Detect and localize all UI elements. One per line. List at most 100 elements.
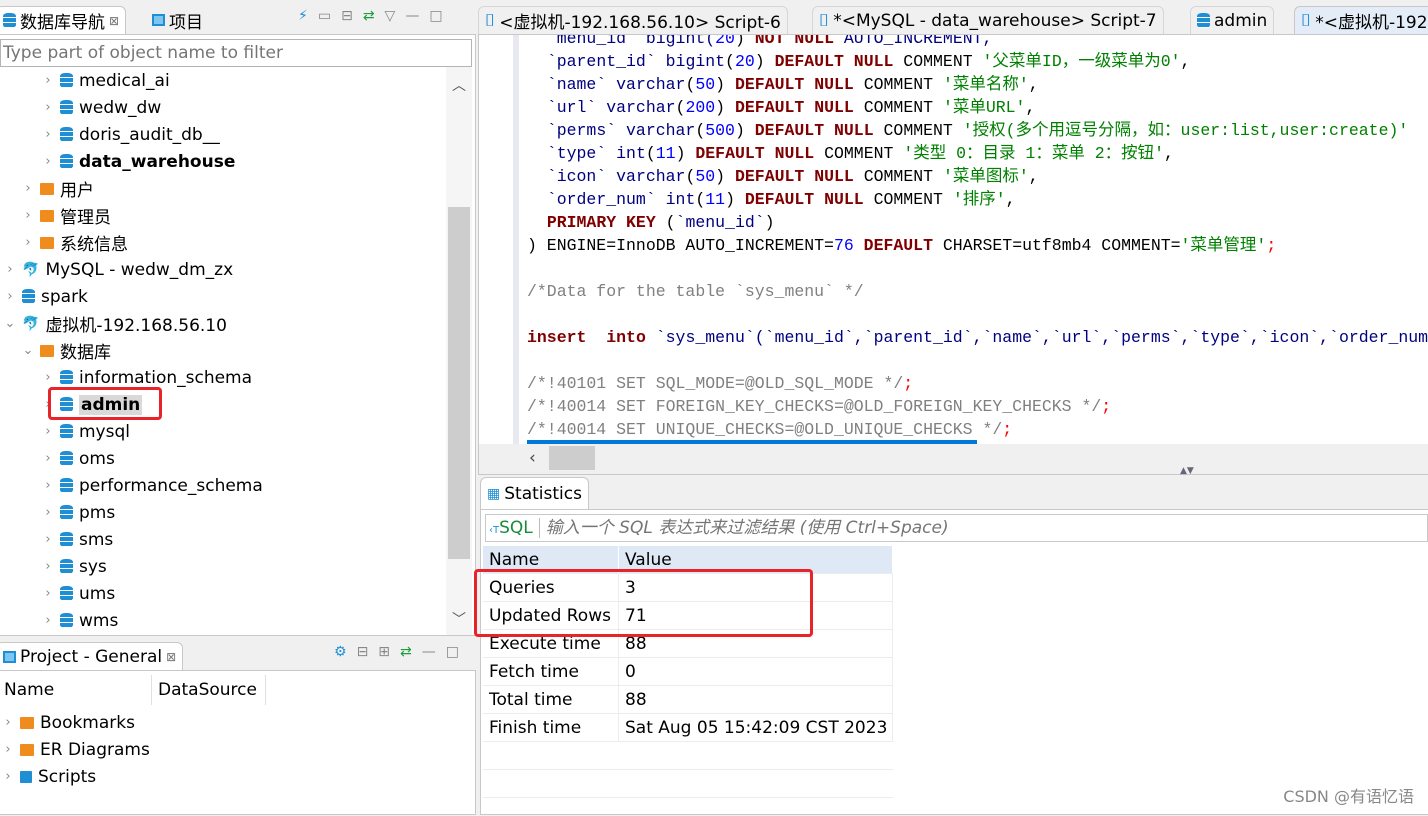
minimize-icon[interactable]: — bbox=[405, 8, 419, 24]
code-token: DEFAULT NULL bbox=[754, 121, 874, 140]
collapse-icon[interactable]: ⊟ bbox=[357, 644, 369, 660]
code-token: ) bbox=[725, 190, 745, 209]
chevron-right-icon[interactable]: › bbox=[2, 715, 14, 730]
project-item[interactable]: › Bookmarks bbox=[2, 709, 135, 736]
chevron-right-icon[interactable]: › bbox=[22, 181, 34, 196]
tree-item[interactable]: › wedw_dw bbox=[42, 94, 161, 121]
tab-database-navigator[interactable]: 数据库导航 ⊠ bbox=[0, 6, 127, 34]
tree-item[interactable]: › doris_audit_db__ bbox=[42, 121, 219, 148]
chevron-right-icon[interactable]: › bbox=[4, 262, 16, 277]
link-editor-icon[interactable]: ⇄ bbox=[363, 8, 375, 24]
chevron-right-icon[interactable]: › bbox=[42, 73, 54, 88]
chevron-down-icon[interactable]: ⌄ bbox=[22, 343, 34, 358]
maximize-icon[interactable]: □ bbox=[446, 644, 459, 660]
chevron-right-icon[interactable]: › bbox=[42, 532, 54, 547]
chevron-right-icon[interactable]: › bbox=[42, 478, 54, 493]
view-menu-icon[interactable]: ▽ bbox=[385, 8, 396, 24]
chevron-right-icon[interactable]: › bbox=[42, 586, 54, 601]
tree-item[interactable]: › oms bbox=[42, 445, 114, 472]
info-folder-icon bbox=[40, 236, 54, 249]
code-token: into bbox=[606, 328, 646, 347]
sql-editor[interactable]: `menu_id` bigint(20) NOT NULL AUTO_INCRE… bbox=[478, 34, 1428, 475]
editor-tab[interactable]: ⌷ *<MySQL - data_warehouse> Script-7 bbox=[812, 6, 1164, 34]
tree-item[interactable]: › 🐬 MySQL - wedw_dm_zx bbox=[4, 256, 233, 283]
filter-expression-input[interactable] bbox=[545, 518, 1427, 538]
column-header-datasource[interactable]: DataSource bbox=[158, 675, 266, 705]
code-token: varchar bbox=[606, 75, 686, 94]
chevron-right-icon[interactable]: › bbox=[42, 451, 54, 466]
chevron-right-icon[interactable]: › bbox=[42, 559, 54, 574]
editor-tab[interactable]: admin bbox=[1190, 6, 1275, 34]
tree-item-label: sys bbox=[79, 556, 107, 577]
tab-label: *<MySQL - data_warehouse> Script-7 bbox=[833, 10, 1157, 31]
tree-item[interactable]: ⌄ 数据库 bbox=[22, 337, 111, 364]
tree-item[interactable]: › ums bbox=[42, 580, 115, 607]
chevron-right-icon[interactable]: › bbox=[42, 613, 54, 628]
code-area[interactable]: `menu_id` bigint(20) NOT NULL AUTO_INCRE… bbox=[527, 35, 1428, 444]
maximize-icon[interactable]: □ bbox=[429, 8, 442, 24]
grid-icon: ▦ bbox=[487, 485, 501, 502]
chevron-right-icon[interactable]: › bbox=[42, 370, 54, 385]
tree-item-label: information_schema bbox=[79, 367, 253, 388]
chevron-down-icon[interactable]: ⌄ bbox=[4, 316, 16, 331]
code-token: `icon` bbox=[546, 167, 607, 186]
chevron-right-icon[interactable]: › bbox=[22, 208, 34, 223]
tree-item[interactable]: › 用户 bbox=[22, 175, 94, 202]
project-item-label: ER Diagrams bbox=[40, 739, 150, 760]
chevron-right-icon[interactable]: › bbox=[42, 100, 54, 115]
chevron-right-icon[interactable]: › bbox=[4, 289, 16, 304]
tree-item[interactable]: ⌄ 🐬 虚拟机-192.168.56.10 bbox=[4, 310, 227, 337]
tab-statistics[interactable]: ▦ Statistics bbox=[480, 477, 589, 509]
bookmarks-icon bbox=[20, 716, 34, 729]
tab-project[interactable]: 项目 bbox=[146, 6, 209, 34]
tree-item[interactable]: › sms bbox=[42, 526, 113, 553]
chevron-right-icon[interactable]: › bbox=[22, 235, 34, 250]
minimize-icon[interactable]: — bbox=[422, 644, 436, 660]
project-item[interactable]: › Scripts bbox=[2, 763, 96, 790]
project-icon bbox=[152, 14, 165, 26]
tree-item[interactable]: › 系统信息 bbox=[22, 229, 128, 256]
tree-item[interactable]: › spark bbox=[4, 283, 88, 310]
tree-item[interactable]: › wms bbox=[42, 607, 118, 634]
scroll-down-icon[interactable]: ﹀ bbox=[446, 609, 472, 629]
tree-item[interactable]: › medical_ai bbox=[42, 67, 169, 94]
tree-item[interactable]: › mysql bbox=[42, 418, 130, 445]
project-icon bbox=[3, 650, 16, 663]
editor-tab[interactable]: ⌷ <虚拟机-192.168.56.10> Script-6 bbox=[478, 6, 788, 34]
chevron-right-icon[interactable]: › bbox=[42, 505, 54, 520]
editor-tab[interactable]: ⌷ *<虚拟机-192 bbox=[1294, 6, 1428, 34]
database-icon bbox=[3, 13, 16, 28]
code-token: AUTO_INCREMENT, bbox=[834, 35, 993, 48]
chevron-right-icon[interactable]: › bbox=[2, 742, 14, 757]
column-header-name[interactable]: Name bbox=[4, 675, 152, 705]
link-editor-icon[interactable]: ⇄ bbox=[400, 644, 412, 660]
chevron-right-icon[interactable]: › bbox=[42, 127, 54, 142]
tree-scrollbar[interactable]: ︿ ﹀ bbox=[446, 67, 472, 635]
tree-item[interactable]: › sys bbox=[42, 553, 107, 580]
chevron-right-icon[interactable]: › bbox=[42, 154, 54, 169]
chevron-right-icon[interactable]: › bbox=[42, 424, 54, 439]
tree-item[interactable]: › performance_schema bbox=[42, 472, 262, 499]
scrollbar-thumb[interactable] bbox=[448, 207, 470, 559]
tab-project-general[interactable]: Project - General ⊠ bbox=[0, 642, 184, 670]
tree-item[interactable]: › 管理员 bbox=[22, 202, 111, 229]
tree-item[interactable]: › data_warehouse bbox=[42, 148, 235, 175]
close-icon[interactable]: ⊠ bbox=[109, 14, 119, 28]
gear-icon[interactable]: ⚙ bbox=[334, 644, 347, 660]
new-connection-icon[interactable]: ⚡ bbox=[298, 8, 308, 24]
scrollbar-thumb[interactable] bbox=[549, 446, 595, 470]
collapse-all-icon[interactable]: ⊟ bbox=[341, 8, 353, 24]
close-icon[interactable]: ⊠ bbox=[166, 650, 176, 664]
filter-input[interactable] bbox=[0, 39, 472, 67]
project-item[interactable]: › ER Diagrams bbox=[2, 736, 150, 763]
result-filter[interactable]: ‹TSQL bbox=[485, 514, 1428, 542]
horizontal-scrollbar[interactable]: ‹ bbox=[479, 444, 1428, 474]
scroll-up-icon[interactable]: ︿ bbox=[446, 75, 472, 95]
code-token: ; bbox=[1101, 397, 1112, 416]
tree-item[interactable]: › pms bbox=[42, 499, 115, 526]
new-folder-icon[interactable]: ▭ bbox=[318, 8, 331, 24]
expand-icon[interactable]: ⊞ bbox=[378, 644, 390, 660]
scroll-left-icon[interactable]: ‹ bbox=[529, 448, 536, 468]
chevron-right-icon[interactable]: › bbox=[2, 769, 14, 784]
code-token: bigint( bbox=[635, 35, 716, 48]
